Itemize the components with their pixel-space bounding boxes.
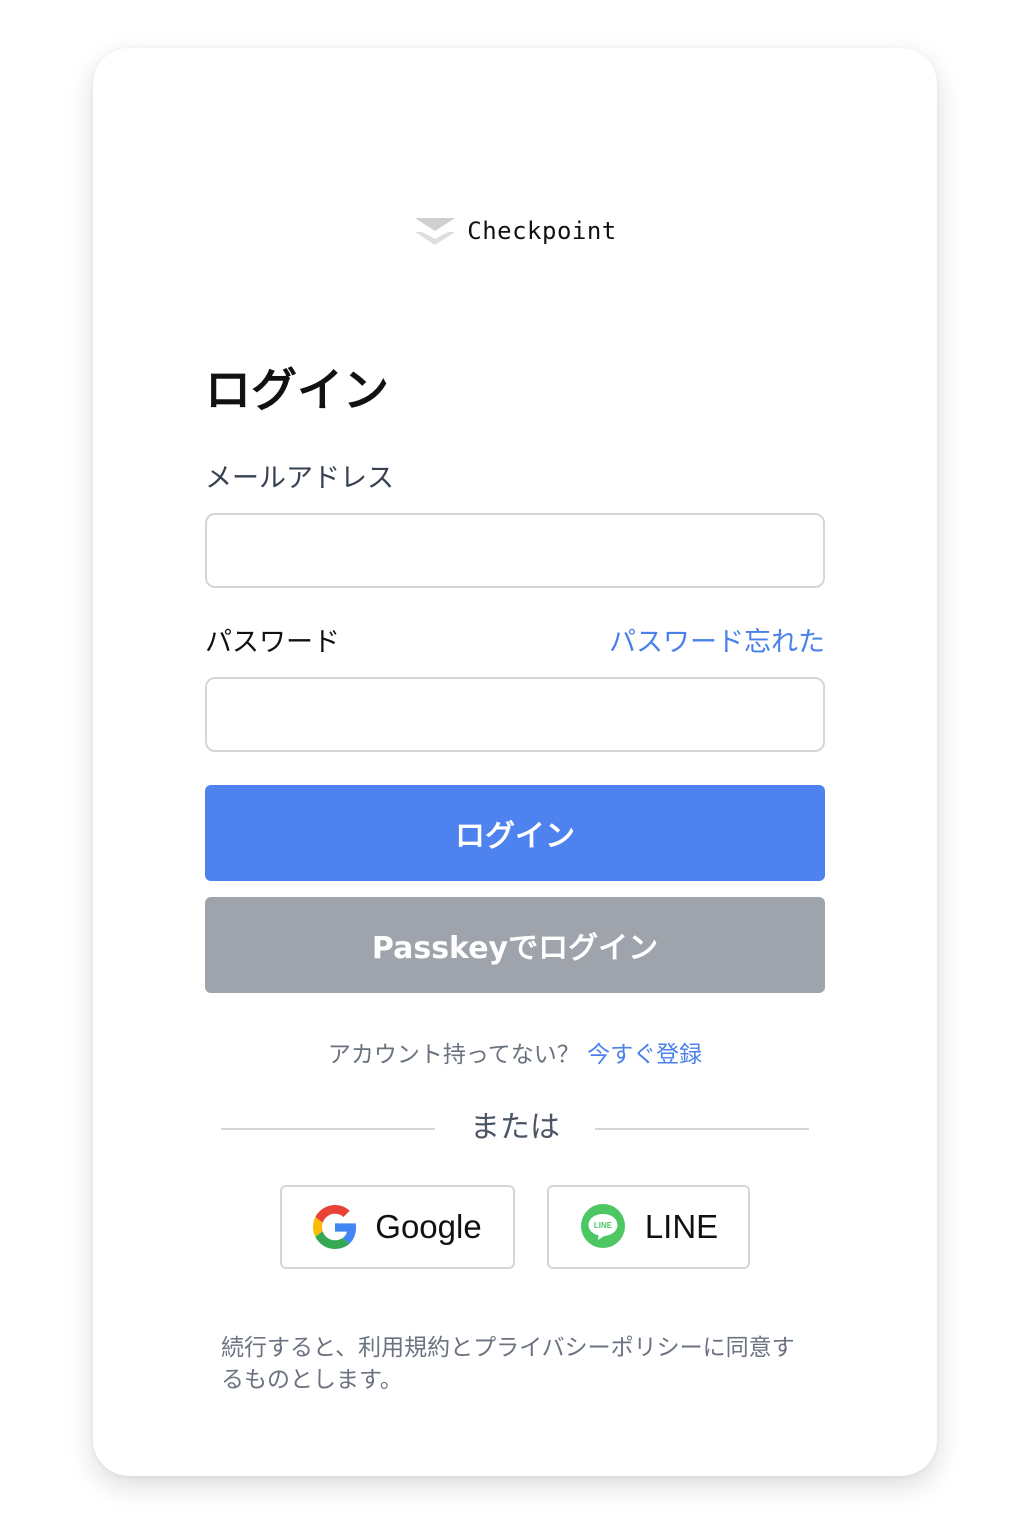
forgot-password-link[interactable]: パスワード忘れた	[609, 626, 825, 660]
brand-name: Checkpoint	[467, 217, 617, 245]
divider-line-left	[221, 1128, 435, 1130]
line-icon: LINE	[580, 1204, 625, 1248]
password-label: パスワード	[205, 627, 340, 658]
email-input[interactable]	[205, 513, 825, 588]
divider-line-right	[595, 1128, 809, 1130]
signup-prompt-text: アカウント持ってない？	[327, 1042, 580, 1068]
terms-notice: 続行すると、利用規約とプライバシーポリシーに同意するものとします。	[221, 1335, 795, 1393]
email-label: メールアドレス	[205, 463, 394, 494]
line-icon-text: LINE	[594, 1221, 613, 1230]
line-label: LINE	[644, 1208, 719, 1245]
login-card: Checkpoint ログイン メールアドレス パスワード パスワード忘れた ロ…	[93, 48, 937, 1476]
page-title: ログイン	[205, 363, 389, 417]
google-label: Google	[375, 1208, 482, 1245]
google-login-button[interactable]: Google	[280, 1185, 515, 1269]
signup-prompt: アカウント持ってない？ 今すぐ登録	[93, 1038, 937, 1072]
brand-logo: Checkpoint	[93, 214, 937, 248]
passkey-login-button[interactable]: Passkeyでログイン	[205, 897, 825, 993]
google-icon	[313, 1205, 357, 1249]
line-login-button[interactable]: LINE LINE	[547, 1185, 750, 1269]
divider-or-text: または	[470, 1110, 560, 1145]
signup-link[interactable]: 今すぐ登録	[587, 1042, 702, 1068]
login-button[interactable]: ログイン	[205, 785, 825, 881]
checkpoint-logo-icon	[415, 218, 456, 245]
password-input[interactable]	[205, 677, 825, 752]
